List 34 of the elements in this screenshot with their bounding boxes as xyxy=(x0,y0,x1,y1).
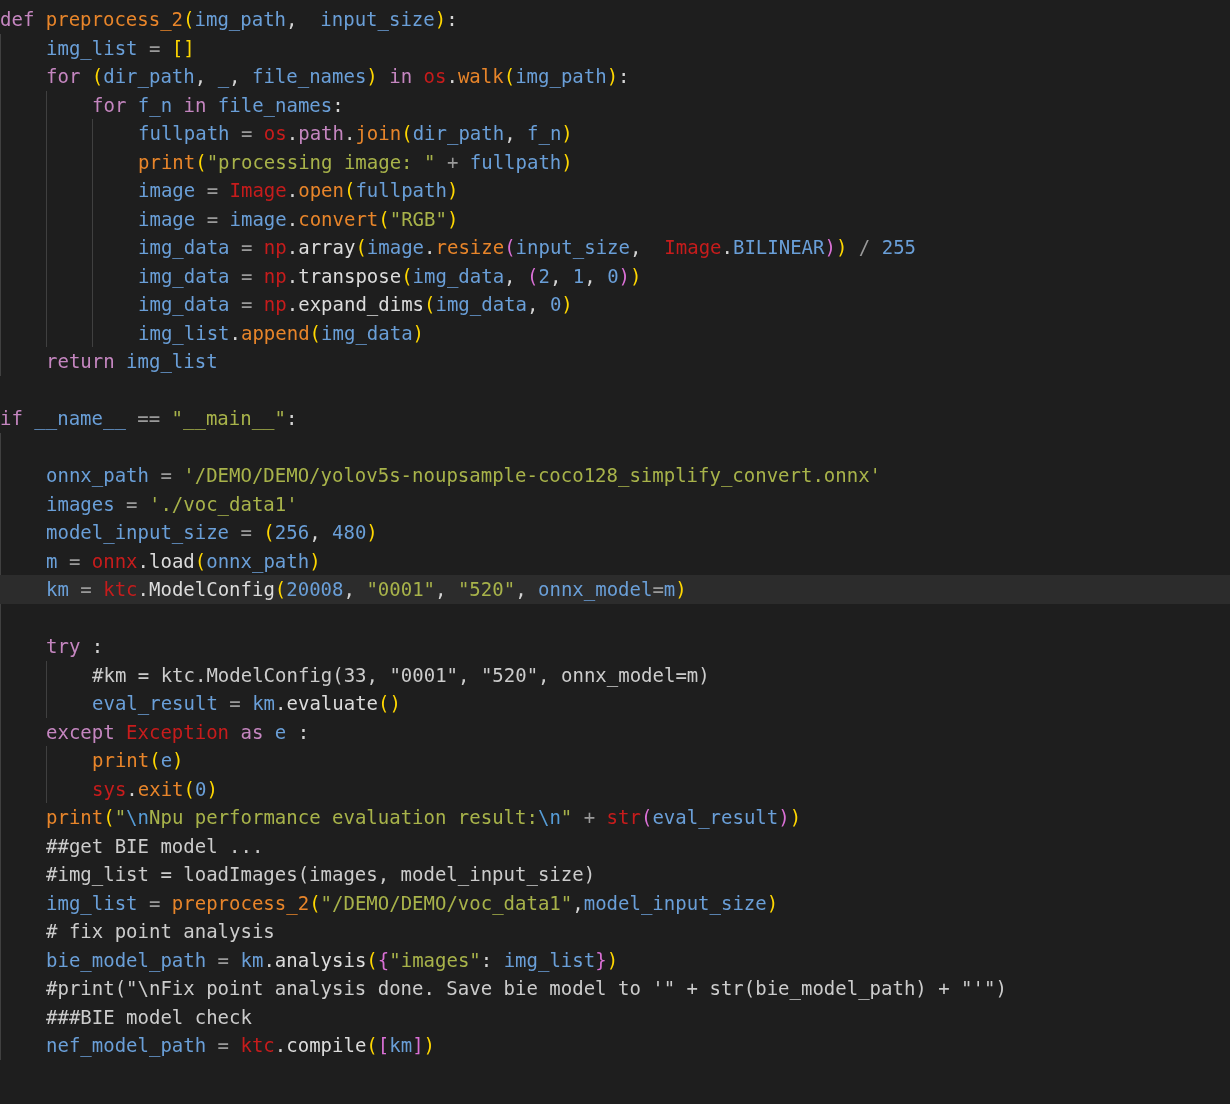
code-line: print("\nNpu performance evaluation result:\n" + str(eval_result)) xyxy=(46,806,802,828)
code-line: model_input_size = (256, 480) xyxy=(46,521,378,543)
code-line: img_list = [] xyxy=(46,36,195,59)
code-line: #print("\nFix point analysis done. Save bie model to '" + str(bie_model_path) + "'") xyxy=(46,977,1007,999)
code-line: if __name__ == "__main__": xyxy=(0,407,298,429)
code-line: return img_list xyxy=(46,350,218,372)
code-line: #img_list = loadImages(images, model_input_size) xyxy=(46,863,596,885)
code-line: image = Image.open(fullpath) xyxy=(138,179,459,201)
code-line: #km = ktc.ModelConfig(33, "0001", "520", onnx_model=m) xyxy=(92,663,710,686)
code-line: fullpath = os.path.join(dir_path, f_n) xyxy=(138,122,573,144)
code-line: onnx_path = '/DEMO/DEMO/yolov5s-noupsample-coco128_simplify_convert.onnx' xyxy=(46,464,882,486)
code-line: km = ktc.ModelConfig(20008, "0001", "520", onnx_model=m) xyxy=(46,578,687,600)
code-line: bie_model_path = km.analysis({"images": img_list}) xyxy=(46,948,619,971)
code-line: print(e) xyxy=(92,749,184,771)
code-line: except Exception as e : xyxy=(46,720,310,743)
code-line: def preprocess_2(img_path, input_size): xyxy=(0,8,458,30)
code-line: ###BIE model check xyxy=(46,1005,252,1028)
code-line: eval_result = km.evaluate() xyxy=(92,692,401,714)
code-line: try : xyxy=(46,635,104,657)
code-line: m = onnx.load(onnx_path) xyxy=(46,549,321,572)
code-line: img_data = np.transpose(img_data, (2, 1, 0)) xyxy=(138,264,642,287)
code-line: images = './voc_data1' xyxy=(46,492,298,515)
code-line: for (dir_path, _, file_names) in os.walk(img_path): xyxy=(46,65,630,87)
code-line: img_data = np.array(image.resize(input_size, Image.BILINEAR)) / 255 xyxy=(138,236,917,258)
code-line: ##get BIE model ... xyxy=(46,834,264,857)
code-line: img_list = preprocess_2("/DEMO/DEMO/voc_data1",model_input_size) xyxy=(46,891,779,914)
code-line: img_list.append(img_data) xyxy=(138,321,425,344)
code-line: print("processing image: " + fullpath) xyxy=(138,150,573,173)
code-line: image = image.convert("RGB") xyxy=(138,207,459,230)
code-line: img_data = np.expand_dims(img_data, 0) xyxy=(138,293,573,315)
code-line: # fix point analysis xyxy=(46,920,275,942)
code-line: nef_model_path = ktc.compile([km]) xyxy=(46,1034,436,1056)
code-line: sys.exit(0) xyxy=(92,777,218,800)
code-line: for f_n in file_names: xyxy=(92,93,344,116)
